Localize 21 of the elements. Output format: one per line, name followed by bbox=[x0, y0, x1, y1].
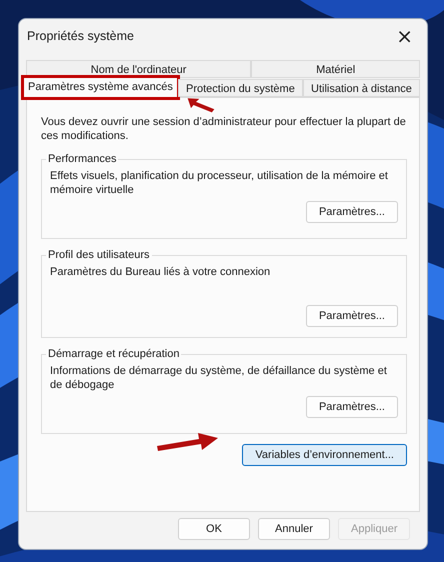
group-description: Informations de démarrage du système, de défaillance du système et de débogage bbox=[50, 364, 388, 392]
arrow-icon bbox=[186, 97, 216, 113]
arrow-icon bbox=[155, 430, 219, 452]
notice-text: Vous devez ouvrir une session d’administrateur pour effectuer la plupart de ces modifications. bbox=[41, 115, 407, 143]
tab[interactable]: Utilisation à distance bbox=[302, 79, 420, 97]
settings-button[interactable]: Paramètres... bbox=[306, 396, 398, 418]
group-title: Performances bbox=[47, 153, 118, 165]
tab[interactable]: Paramètres système avancés bbox=[23, 77, 178, 98]
window-title: Propriétés système bbox=[27, 29, 134, 43]
environment-variables-button[interactable]: Variables d’environnement... bbox=[242, 444, 407, 466]
settings-button[interactable]: Paramètres... bbox=[306, 305, 398, 327]
dialog-button[interactable]: OK bbox=[178, 518, 250, 540]
settings-button[interactable]: Paramètres... bbox=[306, 201, 398, 223]
tab[interactable]: Protection du système bbox=[178, 79, 303, 97]
group-title: Démarrage et récupération bbox=[47, 348, 180, 360]
group-description: Paramètres du Bureau liés à votre connexion bbox=[50, 265, 272, 280]
dialog-button[interactable]: Annuler bbox=[258, 518, 330, 540]
tab[interactable]: Matériel bbox=[251, 60, 420, 78]
group-description: Effets visuels, planification du processeur, utilisation de la mémoire et mémoire virtuelle bbox=[50, 169, 389, 197]
group-title: Profil des utilisateurs bbox=[47, 249, 150, 261]
close-button[interactable]: × bbox=[392, 26, 417, 46]
